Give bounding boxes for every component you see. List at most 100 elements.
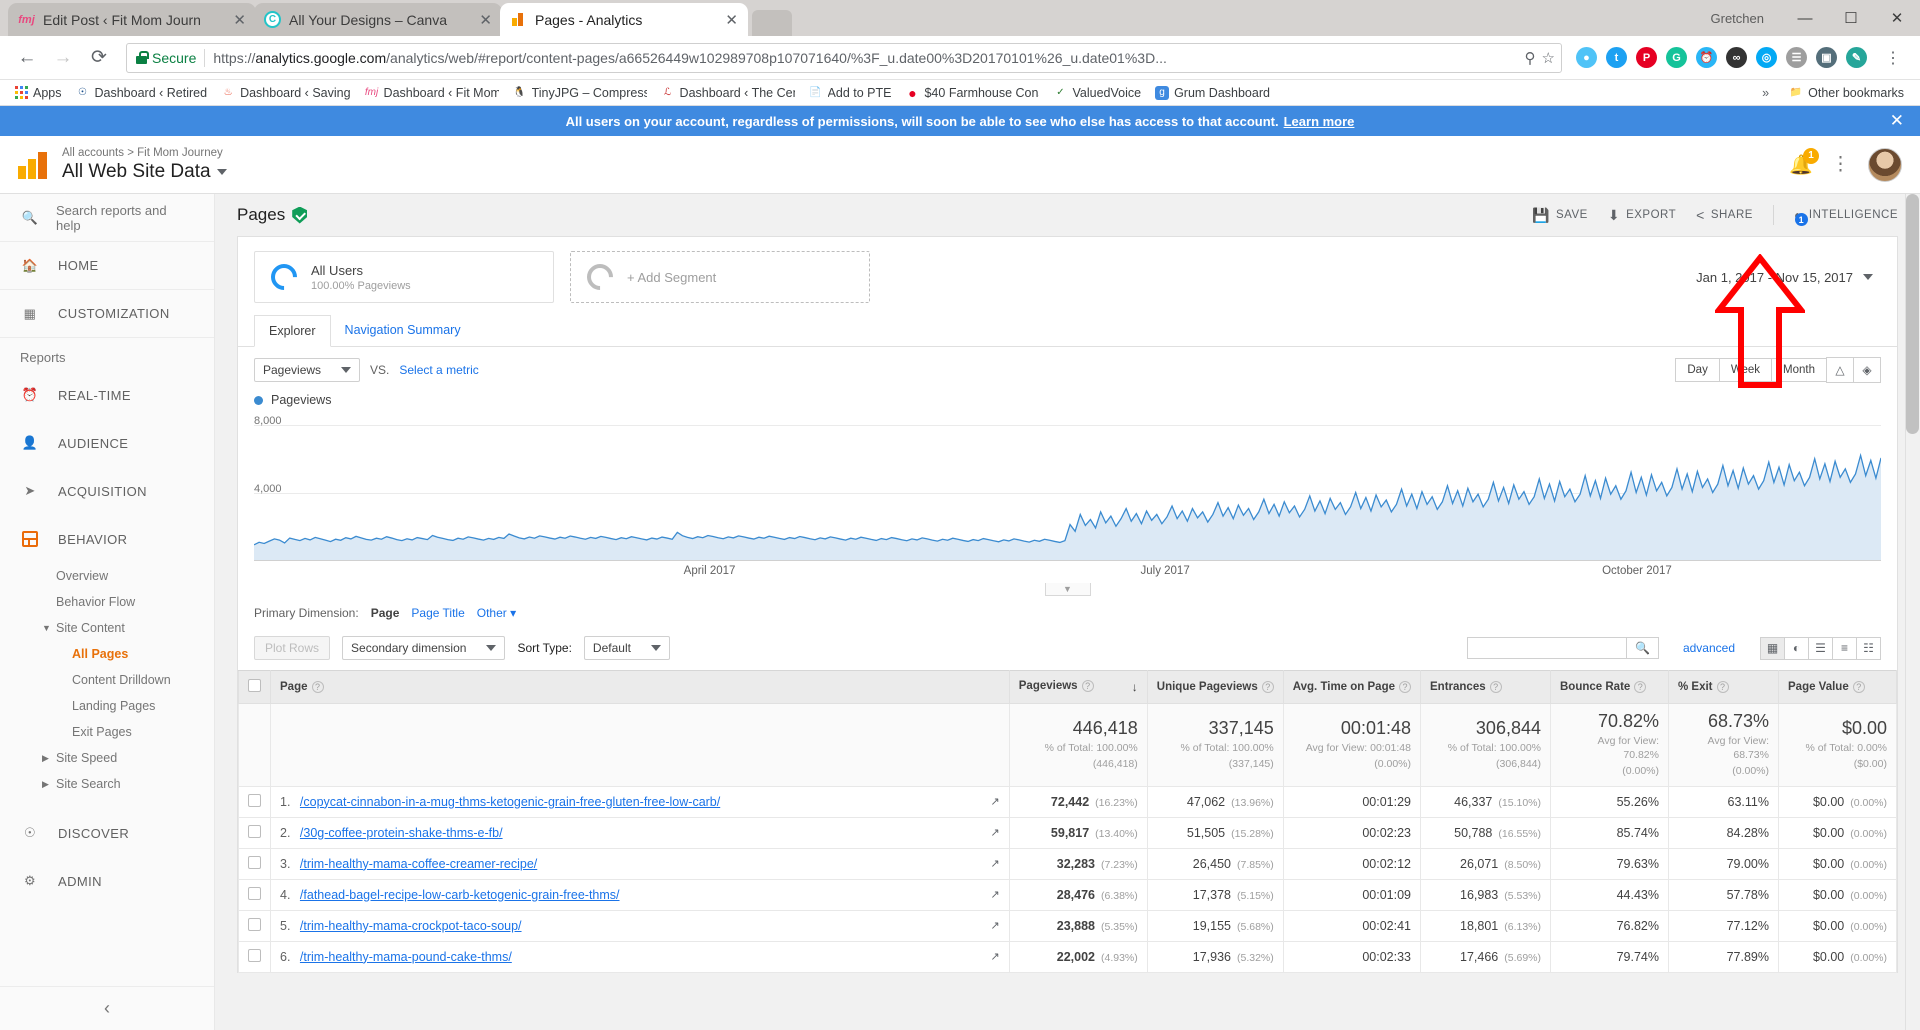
page-link[interactable]: /copycat-cinnabon-in-a-mug-thms-ketogeni… — [300, 795, 720, 809]
banner-close-icon[interactable]: ✕ — [1890, 111, 1904, 131]
open-external-icon[interactable]: ↗ — [991, 950, 1000, 963]
sidebar-subitem-site-speed[interactable]: ▶ Site Speed — [0, 745, 214, 771]
sidebar-item-real-time[interactable]: ⏰ REAL-TIME — [0, 371, 214, 419]
extension-buffer-icon[interactable]: ∞ — [1726, 47, 1747, 68]
sidebar-subitem-site-content[interactable]: ▼ Site Content — [0, 615, 214, 641]
bookmark-apps[interactable]: Apps — [8, 84, 68, 102]
maximize-icon[interactable]: ☐ — [1828, 0, 1874, 36]
help-icon[interactable]: ? — [1634, 681, 1647, 693]
property-selector[interactable]: All Web Site Data — [62, 161, 227, 183]
sidebar-subitem-exit-pages[interactable]: Exit Pages — [0, 719, 214, 745]
reload-icon[interactable]: ⟳ — [82, 41, 116, 75]
granularity-week-button[interactable]: Week — [1718, 358, 1773, 382]
table-row[interactable]: 5. /trim-healthy-mama-crockpot-taco-soup… — [238, 909, 1897, 942]
extension-clock-icon[interactable]: ⏰ — [1696, 47, 1717, 68]
pageviews-chart[interactable]: 8,000 4,000 — [254, 411, 1881, 561]
scrollbar-thumb[interactable] — [1906, 194, 1919, 434]
row-checkbox-cell[interactable] — [238, 940, 271, 973]
extension-twitter-icon[interactable]: t — [1606, 47, 1627, 68]
pie-view-icon[interactable]: ◐ — [1784, 636, 1809, 660]
browser-profile-name[interactable]: Gretchen — [1711, 11, 1764, 26]
forward-icon[interactable]: → — [46, 41, 80, 75]
open-external-icon[interactable]: ↗ — [991, 888, 1000, 901]
checkbox[interactable] — [248, 793, 261, 807]
column-header-bounce-rate[interactable]: Bounce Rate? — [1550, 670, 1669, 704]
sidebar-subitem-behavior-flow[interactable]: Behavior Flow — [0, 589, 214, 615]
minimize-icon[interactable]: — — [1782, 0, 1828, 36]
column-header-exit[interactable]: % Exit? — [1668, 670, 1779, 704]
close-window-icon[interactable]: ✕ — [1874, 0, 1920, 36]
checkbox[interactable] — [248, 679, 261, 692]
sidebar-subitem-landing-pages[interactable]: Landing Pages — [0, 693, 214, 719]
close-icon[interactable]: ✕ — [233, 11, 246, 29]
new-tab-button[interactable] — [752, 10, 792, 36]
bookmark-thecent[interactable]: ℒ Dashboard ‹ The Cen — [655, 84, 801, 102]
share-button[interactable]: < SHARE — [1696, 207, 1753, 223]
row-checkbox-cell[interactable] — [238, 847, 271, 880]
page-link[interactable]: /trim-healthy-mama-coffee-creamer-recipe… — [300, 857, 537, 871]
select-metric-link[interactable]: Select a metric — [399, 363, 478, 377]
extension-camera-icon[interactable]: ▣ — [1816, 47, 1837, 68]
sidebar-collapse-button[interactable]: ‹ — [0, 986, 214, 1030]
granularity-day-button[interactable]: Day — [1675, 358, 1720, 382]
extension-grammar-icon[interactable]: G — [1666, 47, 1687, 68]
table-row[interactable]: 4. /fathead-bagel-recipe-low-carb-ketoge… — [238, 878, 1897, 911]
search-icon[interactable]: 🔍 — [1626, 637, 1659, 659]
column-header-page[interactable]: Page? — [270, 670, 1010, 704]
sidebar-item-admin[interactable]: ⚙ ADMIN — [0, 857, 214, 905]
row-checkbox-cell[interactable] — [238, 816, 271, 849]
sidebar-item-customization[interactable]: ▦ CUSTOMIZATION — [0, 290, 214, 338]
checkbox[interactable] — [248, 886, 261, 900]
line-chart-icon[interactable]: △ — [1826, 357, 1854, 383]
avatar[interactable] — [1868, 147, 1902, 182]
chart-resize-handle[interactable]: ▼ — [238, 583, 1897, 596]
chevron-right-icon[interactable]: ▶ — [42, 753, 49, 764]
help-icon[interactable]: ? — [1852, 681, 1865, 693]
help-icon[interactable]: ? — [1081, 680, 1094, 692]
chevron-right-icon[interactable]: ▶ — [42, 779, 49, 790]
extension-target-icon[interactable]: ◎ — [1756, 47, 1777, 68]
banner-learn-more-link[interactable]: Learn more — [1284, 114, 1355, 129]
dimension-page-title-link[interactable]: Page Title — [411, 606, 464, 620]
address-bar[interactable]: Secure https://analytics.google.com/anal… — [126, 42, 1562, 73]
table-row[interactable]: 2. /30g-coffee-protein-shake-thms-e-fb/ ↗… — [238, 816, 1897, 849]
back-icon[interactable]: ← — [10, 41, 44, 75]
sidebar-item-acquisition[interactable]: ➤ ACQUISITION — [0, 467, 214, 515]
pivot-view-icon[interactable]: ☷ — [1856, 636, 1881, 660]
search-icon[interactable]: ⚲ — [1525, 49, 1536, 67]
search-reports-input[interactable]: 🔍 Search reports and help — [0, 194, 214, 242]
bookmark-tinyjpg[interactable]: 🐧 TinyJPG – Compress — [507, 84, 653, 102]
open-external-icon[interactable]: ↗ — [991, 919, 1000, 932]
extension-edit-icon[interactable]: ✎ — [1846, 47, 1867, 68]
segment-all-users[interactable]: All Users 100.00% Pageviews — [254, 251, 554, 303]
save-button[interactable]: 💾 SAVE — [1532, 207, 1588, 224]
select-all-header[interactable] — [238, 670, 271, 704]
metric-select[interactable]: Pageviews — [254, 358, 361, 382]
sidebar-item-audience[interactable]: 👤 AUDIENCE — [0, 419, 214, 467]
intelligence-button[interactable]: ◐1INTELLIGENCE — [1794, 207, 1898, 226]
checkbox[interactable] — [248, 948, 261, 962]
extension-pinterest-icon[interactable]: P — [1636, 47, 1657, 68]
help-icon[interactable]: ? — [1489, 681, 1502, 693]
sidebar-item-behavior[interactable]: BEHAVIOR — [0, 515, 214, 563]
close-icon[interactable]: ✕ — [479, 11, 492, 29]
star-icon[interactable]: ☆ — [1542, 49, 1555, 67]
add-segment-button[interactable]: + Add Segment — [570, 251, 870, 303]
sidebar-subitem-site-search[interactable]: ▶ Site Search — [0, 771, 214, 797]
bookmark-saving[interactable]: ♨ Dashboard ‹ Saving — [215, 84, 356, 102]
checkbox[interactable] — [248, 824, 261, 838]
help-icon[interactable]: ? — [1716, 681, 1729, 693]
sidebar-subitem-content-drilldown[interactable]: Content Drilldown — [0, 667, 214, 693]
extension-bookmark-icon[interactable]: ☰ — [1786, 47, 1807, 68]
browser-tab-0[interactable]: fmj Edit Post ‹ Fit Mom Journ ✕ — [8, 3, 256, 36]
open-external-icon[interactable]: ↗ — [991, 795, 1000, 808]
column-header-pageviews[interactable]: Pageviews? ↓ — [1008, 670, 1148, 704]
chrome-menu-icon[interactable]: ⋮ — [1876, 41, 1910, 75]
browser-tab-1[interactable]: C All Your Designs – Canva ✕ — [254, 3, 502, 36]
browser-tab-2[interactable]: Pages - Analytics ✕ — [500, 3, 748, 36]
open-external-icon[interactable]: ↗ — [991, 857, 1000, 870]
breadcrumb[interactable]: All accounts > Fit Mom Journey — [62, 147, 227, 159]
sort-descending-icon[interactable]: ↓ — [1132, 680, 1138, 694]
column-header-unique-pageviews[interactable]: Unique Pageviews? — [1146, 670, 1284, 704]
table-view-icon[interactable]: ▦ — [1760, 636, 1785, 660]
